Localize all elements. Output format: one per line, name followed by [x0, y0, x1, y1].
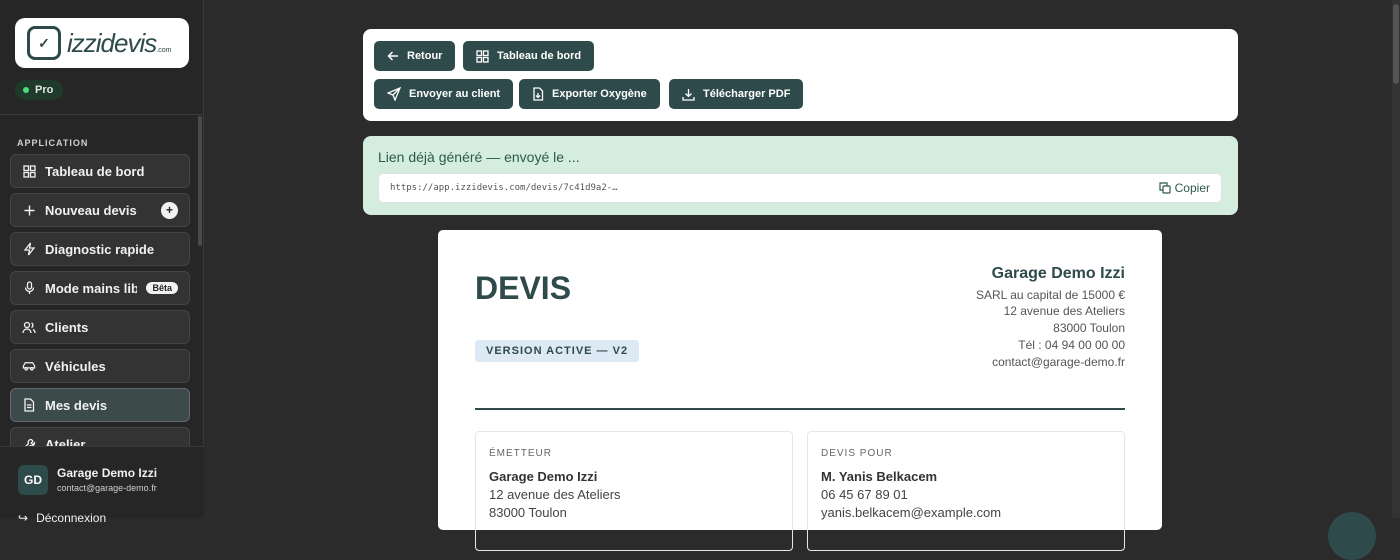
quote-document: DEVIS VERSION ACTIVE — V2 Garage Demo Iz…: [438, 230, 1162, 551]
version-badge: VERSION ACTIVE — V2: [475, 340, 640, 362]
sidebar-item-vehicules[interactable]: Véhicules: [10, 349, 190, 383]
copy-button-label: Copier: [1174, 181, 1210, 195]
sidebar-item-label: Véhicules: [45, 358, 106, 374]
section-label: APPLICATION: [17, 138, 89, 148]
issuer-city: 83000 Toulon: [489, 505, 567, 520]
sidebar-item-label: Mode mains libres: [45, 280, 138, 296]
new-quote-badge: +: [161, 201, 178, 219]
sidebar-item-mode-mains-libres[interactable]: Mode mains libres Bêta: [10, 271, 190, 305]
recipient-email: yanis.belkacem@example.com: [821, 505, 1002, 520]
sidebar-item-diagnostic-rapide[interactable]: Diagnostic rapide: [10, 232, 190, 266]
company-city: 83000 Toulon: [1053, 321, 1125, 336]
user-name: Garage Demo Izzi: [57, 466, 158, 480]
send-button-label: Envoyer au client: [409, 88, 501, 100]
sidebar-divider: [0, 114, 204, 115]
company-name: Garage Demo Izzi: [991, 265, 1125, 282]
plan-badge: Pro: [15, 80, 64, 100]
company-phone: Tél : 04 94 00 00 00: [1018, 337, 1125, 352]
status-dot-icon: [23, 87, 29, 93]
copy-icon: [1159, 182, 1171, 194]
sidebar-item-label: Clients: [45, 319, 89, 335]
issuer-card: ÉMETTEUR Garage Demo Izzi 12 avenue des …: [475, 431, 793, 551]
user-email: contact@garage-demo.fr: [57, 483, 157, 493]
company-email: contact@garage-demo.fr: [992, 354, 1125, 369]
sidebar-item-clients[interactable]: Clients: [10, 310, 190, 344]
logout-label: Déconnexion: [36, 511, 107, 525]
issuer-name: Garage Demo Izzi: [489, 469, 598, 484]
sidebar-nav: Tableau de bord Nouveau devis + Diagnost…: [10, 154, 190, 446]
wrench-icon: [22, 437, 36, 446]
bolt-icon: [22, 242, 36, 256]
beta-badge: Bêta: [146, 282, 178, 294]
logo-text: izzidevis: [67, 27, 157, 58]
issuer-address: 12 avenue des Ateliers: [489, 487, 621, 502]
file-export-icon: [532, 87, 544, 101]
plus-icon: [22, 203, 36, 217]
download-icon: [682, 88, 695, 101]
dashboard-button[interactable]: Tableau de bord: [463, 41, 595, 71]
page-scrollbar[interactable]: [1392, 0, 1400, 518]
recipient-name: M. Yanis Belkacem: [821, 469, 938, 484]
sidebar-item-label: Atelier: [45, 436, 86, 447]
download-pdf-button[interactable]: Télécharger PDF: [669, 79, 804, 109]
user-panel: GD Garage Demo Izzi contact@garage-demo.…: [0, 446, 204, 525]
company-legal: SARL au capital de 15000 €: [976, 287, 1125, 302]
download-button-label: Télécharger PDF: [703, 88, 791, 100]
logout-icon: ↪: [18, 511, 29, 525]
logo[interactable]: ✓ izzidevis.com: [15, 18, 189, 68]
document-icon: [22, 398, 36, 412]
grid-icon: [22, 164, 36, 178]
back-button-label: Retour: [407, 50, 443, 62]
sidebar-item-label: Nouveau devis: [45, 202, 137, 218]
avatar[interactable]: GD: [18, 465, 48, 495]
recipient-label: DEVIS POUR: [821, 448, 893, 459]
sidebar-item-nouveau-devis[interactable]: Nouveau devis +: [10, 193, 190, 227]
sidebar-item-tableau-de-bord[interactable]: Tableau de bord: [10, 154, 190, 188]
action-toolbar: Retour Tableau de bord Envoyer au client…: [363, 29, 1238, 121]
share-link-panel: Lien déjà généré — envoyé le ... https:/…: [363, 136, 1238, 215]
arrow-left-icon: [387, 50, 399, 62]
sidebar-item-label: Mes devis: [45, 397, 108, 413]
sidebar-item-label: Tableau de bord: [45, 163, 145, 179]
sidebar-item-mes-devis[interactable]: Mes devis: [10, 388, 190, 422]
send-icon: [387, 87, 401, 101]
grid-icon: [476, 49, 489, 63]
recipient-card: DEVIS POUR M. Yanis Belkacem 06 45 67 89…: [807, 431, 1125, 551]
plan-badge-label: Pro: [35, 84, 54, 96]
document-title: DEVIS: [475, 270, 572, 306]
sidebar-item-label: Diagnostic rapide: [45, 241, 155, 257]
sidebar-item-atelier[interactable]: Atelier: [10, 427, 190, 446]
dashboard-button-label: Tableau de bord: [497, 50, 582, 62]
sidebar: ✓ izzidevis.com Pro APPLICATION Tableau …: [0, 0, 204, 525]
chat-launcher-button[interactable]: [1328, 512, 1376, 560]
users-icon: [22, 320, 36, 334]
logo-suffix: .com: [156, 46, 172, 54]
share-link-url[interactable]: https://app.izzidevis.com/devis/7c41d9a2…: [390, 183, 618, 193]
issuer-label: ÉMETTEUR: [489, 448, 552, 459]
send-to-client-button[interactable]: Envoyer au client: [374, 79, 514, 109]
microphone-icon: [22, 281, 36, 295]
company-address: 12 avenue des Ateliers: [1003, 304, 1125, 319]
company-info: Garage Demo Izzi SARL au capital de 1500…: [976, 265, 1125, 370]
copy-link-button[interactable]: Copier: [1159, 181, 1210, 195]
share-link-title: Lien déjà généré — envoyé le ...: [378, 149, 580, 165]
recipient-phone: 06 45 67 89 01: [821, 487, 908, 502]
export-oxygene-button[interactable]: Exporter Oxygène: [519, 79, 660, 109]
share-link-field[interactable]: https://app.izzidevis.com/devis/7c41d9a2…: [378, 173, 1222, 203]
car-icon: [22, 359, 36, 373]
logout-link[interactable]: ↪ Déconnexion: [18, 511, 106, 525]
page-scrollbar-thumb[interactable]: [1393, 4, 1399, 84]
back-button[interactable]: Retour: [374, 41, 456, 71]
logo-mark-icon: ✓: [27, 26, 61, 60]
document-divider: [475, 408, 1125, 410]
export-button-label: Exporter Oxygène: [552, 88, 647, 100]
sidebar-scrollbar[interactable]: [198, 116, 202, 246]
